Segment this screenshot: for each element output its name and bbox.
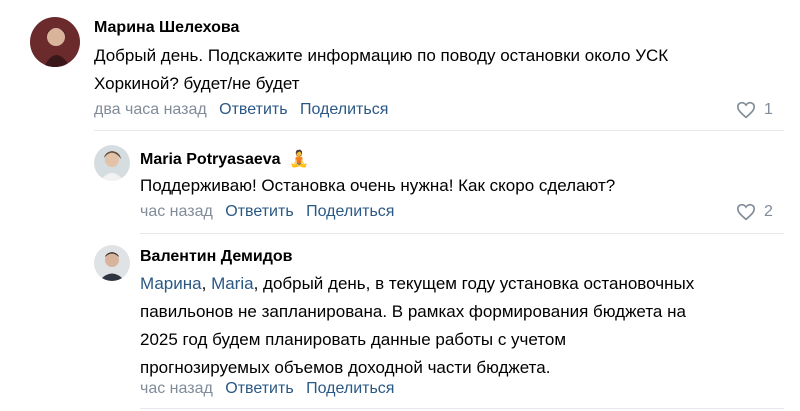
divider [140, 233, 784, 234]
mention-separator: , [201, 274, 212, 293]
avatar[interactable] [94, 145, 130, 181]
comment-author[interactable]: Валентин Демидов [140, 248, 292, 266]
reply-button[interactable]: Ответить [219, 101, 287, 118]
comment-text-line: прогнозируемых объемов доходной части бю… [140, 358, 551, 377]
comment-author[interactable]: Maria Potryasaeva 🧘 [140, 149, 309, 169]
comment-text-line: 2025 год будем планировать данные работы… [140, 330, 567, 349]
mention-link[interactable]: Maria [211, 274, 254, 293]
divider [94, 130, 784, 131]
comment-time[interactable]: два часа назад [94, 101, 207, 118]
share-button[interactable]: Поделиться [300, 101, 388, 118]
like-button[interactable]: 2 [736, 203, 773, 221]
like-count: 2 [764, 203, 773, 220]
divider [140, 408, 784, 409]
comment-meta: час назад Ответить Поделиться [140, 380, 394, 398]
mention-link[interactable]: Марина [140, 274, 202, 293]
comment-text: Марина, Maria, добрый день, в текущем го… [140, 270, 785, 382]
author-name: Maria Potryasaeva [140, 151, 281, 168]
author-emoji: 🧘 [288, 151, 309, 168]
comment-meta: час назад Ответить Поделиться [140, 203, 394, 221]
comment-time[interactable]: час назад [140, 203, 213, 220]
comment-text: Добрый день. Подскажите информацию по по… [94, 42, 784, 98]
comment-text: Поддерживаю! Остановка очень нужна! Как … [140, 176, 616, 195]
share-button[interactable]: Поделиться [306, 203, 394, 220]
share-button[interactable]: Поделиться [306, 380, 394, 397]
comment-author[interactable]: Марина Шелехова [94, 19, 239, 37]
comment-text-line: Добрый день. Подскажите информацию по по… [94, 46, 669, 65]
comment-text-line: Хоркиной? будет/не будет [94, 74, 300, 93]
like-button[interactable]: 1 [736, 101, 773, 119]
comment-text-line: павильонов не запланирована. В рамках фо… [140, 302, 686, 321]
heart-icon [736, 203, 756, 221]
comment-text-line: Марина, Maria, добрый день, в текущем го… [140, 270, 785, 298]
like-count: 1 [764, 101, 773, 118]
comment-meta: два часа назад Ответить Поделиться [94, 101, 388, 119]
avatar[interactable] [94, 245, 130, 281]
comment-time[interactable]: час назад [140, 380, 213, 397]
avatar[interactable] [30, 17, 80, 67]
comment-text-fragment: , добрый день, в текущем году установка … [253, 274, 695, 293]
reply-button[interactable]: Ответить [225, 203, 293, 220]
reply-button[interactable]: Ответить [225, 380, 293, 397]
heart-icon [736, 101, 756, 119]
